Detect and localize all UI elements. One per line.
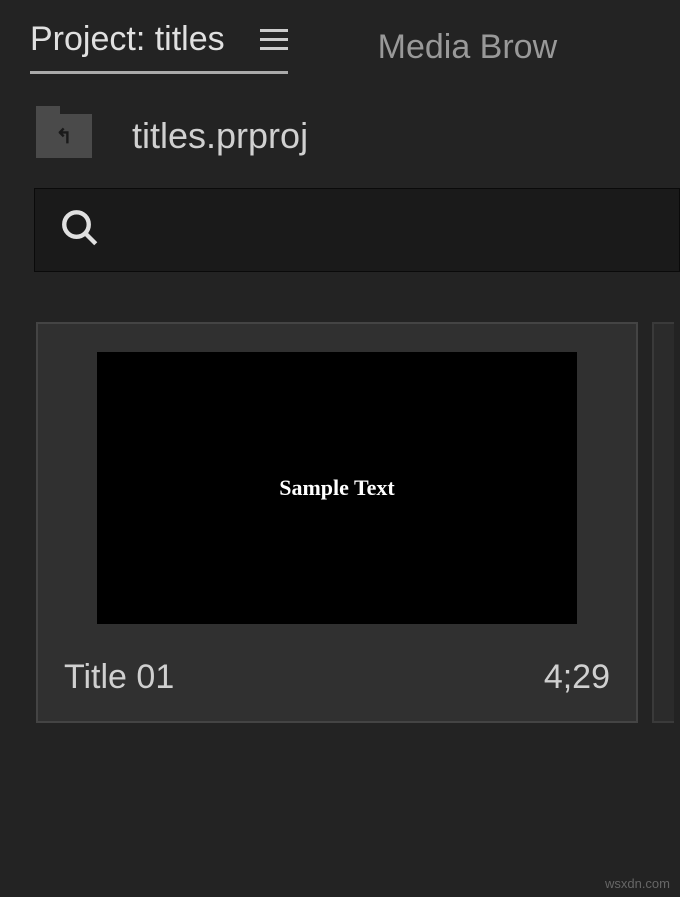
clip-thumbnail[interactable]: Sample Text — [97, 352, 577, 624]
watermark: wsxdn.com — [605, 876, 670, 891]
bin-item-footer: Title 01 4;29 — [60, 658, 614, 697]
hamburger-menu-icon[interactable] — [260, 29, 288, 50]
panel-tabs: Project: titles Media Brow — [0, 0, 680, 84]
folder-up-icon[interactable]: ↰ — [36, 114, 92, 158]
tab-project-label: Project: titles — [30, 20, 225, 59]
bin-item-partial[interactable] — [652, 322, 674, 723]
clip-duration: 4;29 — [544, 658, 610, 697]
search-input[interactable] — [34, 188, 680, 272]
thumbnail-preview-text: Sample Text — [279, 475, 395, 501]
tab-media-browser[interactable]: Media Brow — [378, 28, 558, 67]
search-icon — [59, 207, 101, 254]
project-header: ↰ titles.prproj — [0, 84, 680, 178]
up-arrow-icon: ↰ — [56, 124, 73, 149]
tab-media-browser-label: Media Brow — [378, 28, 558, 66]
bin-grid: Sample Text Title 01 4;29 — [0, 282, 680, 723]
clip-name: Title 01 — [64, 658, 174, 697]
project-filename: titles.prproj — [132, 115, 308, 157]
bin-item[interactable]: Sample Text Title 01 4;29 — [36, 322, 638, 723]
tab-project[interactable]: Project: titles — [30, 20, 288, 74]
